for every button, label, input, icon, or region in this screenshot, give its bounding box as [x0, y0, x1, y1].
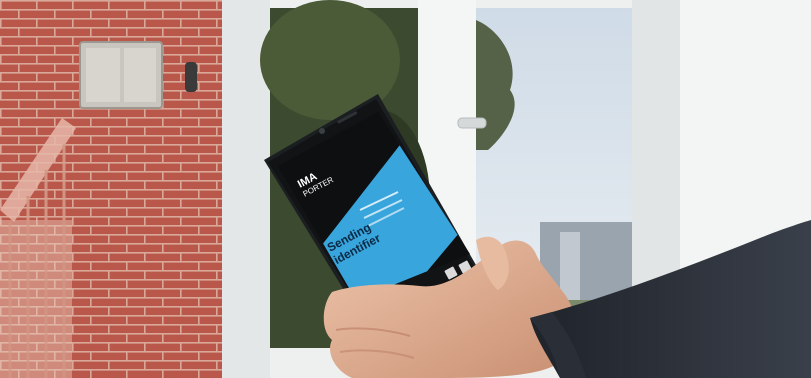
photo-scene: IMA PORTER Sending identifier [0, 0, 811, 378]
photo-illustration: IMA PORTER Sending identifier [0, 0, 811, 378]
phone-camera [319, 128, 325, 134]
door-handle [457, 117, 487, 129]
wall-light [185, 62, 197, 92]
